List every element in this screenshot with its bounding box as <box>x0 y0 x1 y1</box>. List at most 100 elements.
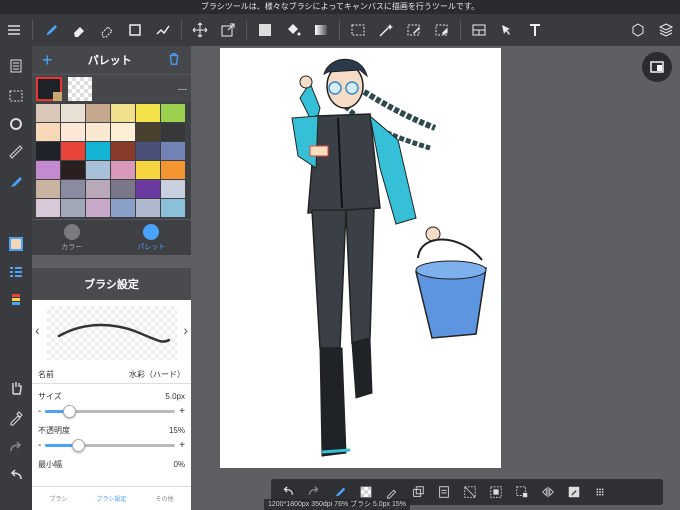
bucket-tool-icon[interactable] <box>279 16 307 44</box>
palette-swatch[interactable] <box>161 104 185 122</box>
fill-color-icon[interactable] <box>251 16 279 44</box>
palette-swatch[interactable] <box>86 199 110 217</box>
opacity-plus-icon[interactable]: + <box>179 440 185 451</box>
blur-eraser-icon[interactable] <box>93 16 121 44</box>
palette-swatch[interactable] <box>36 199 60 217</box>
transform-tool-icon[interactable] <box>214 16 242 44</box>
size-minus-icon[interactable]: - <box>38 406 41 417</box>
opacity-minus-icon[interactable]: - <box>38 440 41 451</box>
deselect-icon[interactable] <box>457 480 482 504</box>
palette-swatch[interactable] <box>86 104 110 122</box>
palette-swatch[interactable] <box>61 180 85 198</box>
palette-swatch[interactable] <box>161 161 185 179</box>
select-pen-icon[interactable] <box>400 16 428 44</box>
rotate-icon[interactable] <box>4 112 28 136</box>
size-knob[interactable] <box>62 404 76 418</box>
size-slider[interactable]: - + <box>38 404 185 418</box>
hand-tool-icon[interactable] <box>4 376 28 400</box>
materials-icon[interactable] <box>624 16 652 44</box>
layers-icon[interactable] <box>652 16 680 44</box>
palette-swatch[interactable] <box>111 199 135 217</box>
palette-swatch[interactable] <box>36 142 60 160</box>
chevron-right-icon[interactable]: › <box>183 322 188 338</box>
brush-name-row[interactable]: 名前 水彩（ハード） <box>32 366 191 384</box>
brush-tool-icon[interactable] <box>37 16 65 44</box>
palette-swatch[interactable] <box>36 161 60 179</box>
paste-icon[interactable] <box>431 480 456 504</box>
frame-tool-icon[interactable] <box>465 16 493 44</box>
palette-swatch[interactable] <box>111 142 135 160</box>
toolbar-divider <box>339 20 340 40</box>
palette-swatch[interactable] <box>61 104 85 122</box>
more-grid-icon[interactable] <box>587 480 612 504</box>
tab-other[interactable]: その他 <box>138 487 191 510</box>
palette-swatch[interactable] <box>86 180 110 198</box>
size-plus-icon[interactable]: + <box>179 406 185 417</box>
operation-tool-icon[interactable] <box>493 16 521 44</box>
tab-palette[interactable]: パレット <box>112 220 192 255</box>
tab-color[interactable]: カラー <box>32 220 112 255</box>
flip-horizontal-icon[interactable] <box>535 480 560 504</box>
add-palette-icon[interactable]: + <box>42 50 53 71</box>
palette-swatch[interactable] <box>136 199 160 217</box>
palette-swatch[interactable] <box>61 161 85 179</box>
transparent-swatch[interactable] <box>68 76 92 101</box>
palette-swatch[interactable] <box>36 123 60 141</box>
palette-swatch[interactable] <box>111 104 135 122</box>
palette-swatch[interactable] <box>36 180 60 198</box>
ruler-icon[interactable] <box>4 140 28 164</box>
select-all-button[interactable] <box>483 480 508 504</box>
gradient-tool-icon[interactable] <box>307 16 335 44</box>
document-icon[interactable] <box>4 54 28 78</box>
size-track[interactable] <box>45 404 176 418</box>
opacity-knob[interactable] <box>71 438 85 452</box>
select-all-icon[interactable] <box>4 84 28 108</box>
redo-icon[interactable] <box>4 436 28 460</box>
palette-swatch[interactable] <box>61 199 85 217</box>
palette-swatch[interactable] <box>111 161 135 179</box>
palette-swatch[interactable] <box>161 180 185 198</box>
palette-stack-icon[interactable] <box>4 288 28 312</box>
palette-swatch[interactable] <box>86 161 110 179</box>
move-tool-icon[interactable] <box>186 16 214 44</box>
palette-swatch[interactable] <box>136 142 160 160</box>
select-eraser-icon[interactable] <box>428 16 456 44</box>
palette-swatch[interactable] <box>111 180 135 198</box>
brush-active-icon[interactable] <box>4 170 28 194</box>
eraser-tool-icon[interactable] <box>65 16 93 44</box>
color-panel-icon[interactable] <box>4 232 28 256</box>
tab-brush-settings[interactable]: ブラシ設定 <box>85 487 138 510</box>
opacity-track[interactable] <box>45 438 176 452</box>
opacity-slider[interactable]: - + <box>38 438 185 452</box>
palette-swatch[interactable] <box>136 161 160 179</box>
palette-swatch[interactable] <box>136 123 160 141</box>
palette-swatch[interactable] <box>86 123 110 141</box>
palette-swatch[interactable] <box>161 142 185 160</box>
palette-swatch[interactable] <box>161 123 185 141</box>
line-tool-icon[interactable] <box>149 16 177 44</box>
text-tool-icon[interactable] <box>521 16 549 44</box>
palette-swatch[interactable] <box>136 104 160 122</box>
palette-swatch[interactable] <box>86 142 110 160</box>
layer-list-icon[interactable] <box>4 260 28 284</box>
palette-swatch[interactable] <box>61 142 85 160</box>
palette-swatch[interactable] <box>161 199 185 217</box>
select-fill-icon[interactable] <box>509 480 534 504</box>
drawing-canvas[interactable] <box>220 48 501 468</box>
shape-tool-icon[interactable] <box>121 16 149 44</box>
magic-wand-icon[interactable] <box>372 16 400 44</box>
trash-icon[interactable] <box>167 52 181 69</box>
menu-icon[interactable] <box>0 16 28 44</box>
tab-brush[interactable]: ブラシ <box>32 487 85 510</box>
palette-swatch[interactable] <box>111 123 135 141</box>
eyedropper-icon[interactable] <box>4 406 28 430</box>
undo-icon[interactable] <box>4 464 28 488</box>
current-color-swatch[interactable] <box>36 76 62 101</box>
edit-icon[interactable] <box>561 480 586 504</box>
palette-swatch[interactable] <box>36 104 60 122</box>
palette-swatch[interactable] <box>61 123 85 141</box>
select-rect-icon[interactable] <box>344 16 372 44</box>
layers-toggle-button[interactable] <box>642 52 672 82</box>
palette-swatch[interactable] <box>136 180 160 198</box>
chevron-left-icon[interactable]: ‹ <box>35 322 40 338</box>
